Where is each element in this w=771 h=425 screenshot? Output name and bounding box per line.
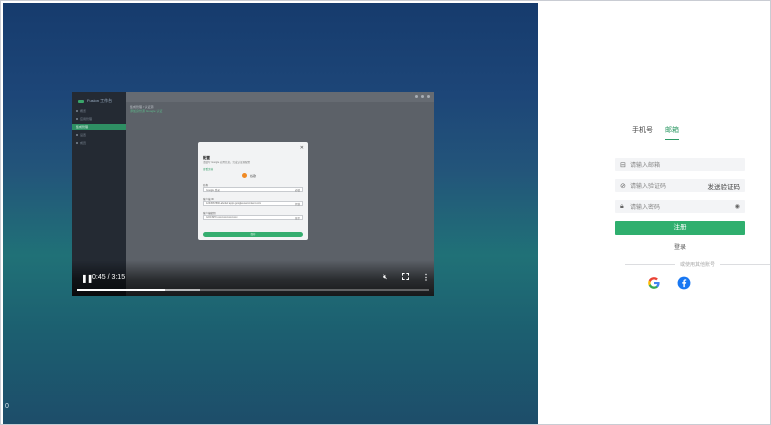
lock-icon: 🔒︎ [620,202,624,210]
modal-description: 请填写 Google 应用信息，完成认证源配置 [203,161,250,164]
pause-icon[interactable]: ❚❚ [81,274,93,283]
modal-field-box: 1234567890-abcdef.apps.googleusercontent… [203,201,303,206]
modal-field-value: Google 登录 [206,188,220,192]
video-breadcrumb-sub: 添加身份源 Google 认证 [130,109,163,113]
modal-field-hint: 显示 [294,216,300,220]
video-nav-item: 成员 [76,140,122,146]
register-tabs: 手机号 邮箱 [632,125,679,140]
nav-dot-icon [76,134,78,136]
modal-badge: 谷歌 [242,173,256,178]
notification-icon [415,95,418,98]
email-field[interactable]: ⊟ 请输入邮箱 [615,158,745,171]
video-modal: ✕ 配置 请填写 Google 应用信息，完成认证源配置 查看文档 谷歌 名称 … [198,142,308,240]
hero-panel: Fusion 工作台 概览 应用管理 集成管理 设置 成员 集成管理 / 认证源… [3,3,538,424]
help-icon [421,95,424,98]
avatar [427,95,430,98]
modal-doc-link: 查看文档 [203,168,214,171]
email-placeholder: 请输入邮箱 [630,163,661,169]
video-nav-item: 概览 [76,108,122,114]
video-progress-played [77,289,165,291]
video-nav-label: 应用管理 [80,117,93,121]
eye-icon[interactable]: ◉ [735,203,740,210]
video-player[interactable]: Fusion 工作台 概览 应用管理 集成管理 设置 成员 集成管理 / 认证源… [72,92,434,296]
modal-field-label: 客户端密钥 [203,212,216,215]
google-icon[interactable] [647,276,661,290]
nav-dot-icon [76,118,78,120]
modal-field-hint: 复制 [294,202,300,206]
facebook-icon[interactable] [677,276,691,290]
modal-field-hint: 必填 [294,188,300,192]
code-field[interactable]: ⊘ 请输入验证码 发送验证码 [615,179,745,192]
modal-badge-label: 谷歌 [250,173,257,178]
code-placeholder: 请输入验证码 [630,184,667,190]
video-time: 0:45 / 3:15 [92,274,126,281]
nav-dot-icon [76,142,78,144]
video-progress-bar[interactable] [77,289,429,291]
divider-line [720,264,771,265]
logo-mark-icon [78,99,84,103]
password-placeholder: 请输入密码 [630,205,661,211]
register-button[interactable]: 注册 [615,221,745,235]
modal-field-box: Google 登录 必填 [203,187,303,192]
modal-field-label: 客户端 ID [203,198,214,201]
modal-field: 客户端 ID 1234567890-abcdef.apps.googleuser… [203,197,303,206]
badge-dot-icon [242,173,247,178]
tab-email[interactable]: 邮箱 [665,125,679,140]
modal-field-value: 1234567890-abcdef.apps.googleusercontent… [206,202,262,205]
social-login-row [647,276,691,290]
video-app-topbar [126,92,434,102]
password-field[interactable]: 🔒︎ 请输入密码 ◉ [615,200,745,213]
hero-corner-text: 0 [5,403,9,410]
modal-submit-button: 保存 [203,232,303,237]
fullscreen-icon[interactable] [402,273,409,280]
video-app-logo-text: Fusion 工作台 [87,98,113,103]
more-options-icon[interactable]: ⋮ [422,273,430,282]
modal-field-box: GOCSPX-xxxxxxxxxxxxxxxx 显示 [203,215,303,220]
register-panel: 手机号 邮箱 ⊟ 请输入邮箱 ⊘ 请输入验证码 发送验证码 🔒︎ 请输入密码 ◉… [540,3,771,424]
login-link[interactable]: 登录 [615,242,745,251]
page-frame: Fusion 工作台 概览 应用管理 集成管理 设置 成员 集成管理 / 认证源… [0,0,771,425]
other-login-divider: 或使用其他账号 [625,261,771,268]
nav-dot-icon [76,110,78,112]
shield-icon: ⊘ [620,182,626,190]
video-app-logo: Fusion 工作台 [78,98,112,104]
other-login-text: 或使用其他账号 [680,262,716,268]
video-nav-item: 设置 [76,132,122,138]
divider-line [625,264,675,265]
video-nav-item-selected: 集成管理 [72,124,126,130]
send-code-button[interactable]: 发送验证码 [708,181,741,191]
modal-field: 客户端密钥 GOCSPX-xxxxxxxxxxxxxxxx 显示 [203,211,303,220]
video-nav-label: 概览 [80,109,87,113]
mute-icon[interactable]: 🔇︎ [383,274,387,282]
video-nav-label: 集成管理 [76,125,89,129]
video-topbar-icons [415,95,430,98]
tab-phone[interactable]: 手机号 [632,125,653,140]
video-breadcrumb: 集成管理 / 认证源 添加身份源 Google 认证 [130,105,162,113]
email-icon: ⊟ [620,161,626,169]
video-controls: ❚❚ 0:45 / 3:15 🔇︎ ⋮ [72,260,434,296]
video-nav-item: 应用管理 [76,116,122,122]
modal-field-label: 名称 [203,184,209,187]
video-nav-label: 成员 [80,141,87,145]
video-app-nav: 概览 应用管理 集成管理 设置 成员 [72,106,126,148]
modal-field-value: GOCSPX-xxxxxxxxxxxxxxxx [206,216,238,219]
modal-field: 名称 Google 登录 必填 [203,183,303,192]
video-nav-label: 设置 [80,133,87,137]
close-icon: ✕ [299,145,304,151]
